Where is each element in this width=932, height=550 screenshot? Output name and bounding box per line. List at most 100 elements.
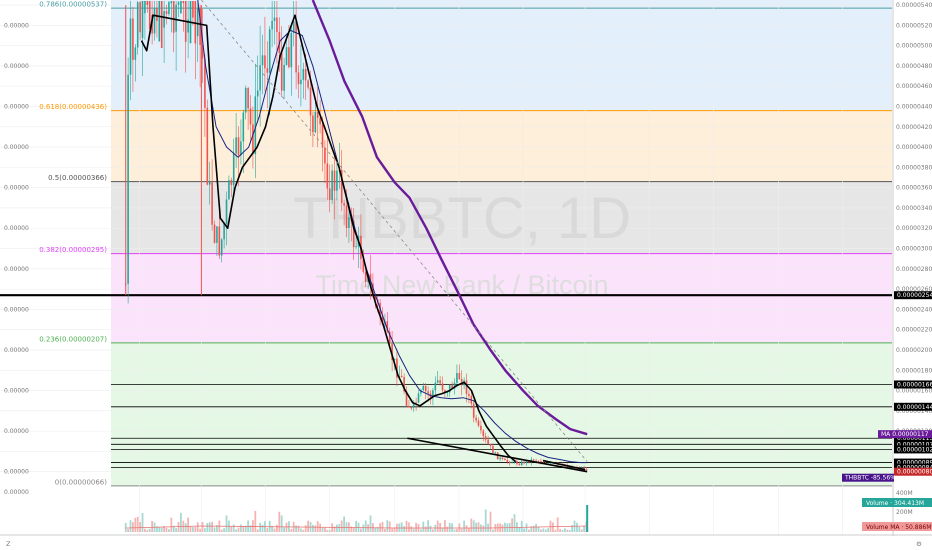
candle-body-84 [326,163,329,189]
volume-bar-191 [583,525,586,532]
volume-bar-46 [235,529,238,532]
candle-body-28 [192,1,194,18]
settings-icon[interactable]: ⚙ [916,540,922,548]
candle-body-130 [436,380,439,383]
price-tick-11: 0.00000320 [896,225,932,232]
volume-bar-73 [300,528,302,532]
candle-body-172 [537,461,540,462]
symbol-tag-text: THBBTC -85.56% [844,475,896,482]
fib-label-0.786: 0.786(0.00000537) [39,1,107,9]
volume-bar-84 [326,529,329,532]
candle-body-85 [328,188,331,201]
volume-bar-110 [388,521,391,532]
volume-bar-45 [232,524,235,532]
candle-body-165 [520,461,523,466]
candle-body-74 [302,69,305,80]
left-scale-2: 0.00000 [4,104,29,111]
volume-bar-5 [136,516,139,532]
volume-bar-188 [576,522,578,532]
volume-bar-27 [189,526,192,532]
candle-body-154 [494,452,497,454]
candle-body-80 [316,111,319,119]
price-tick-19: 0.00000160 [896,388,932,395]
volume-bar-118 [408,522,410,532]
volume-bar-28 [192,527,194,532]
footer: Z ⚙ [0,536,932,550]
candle-body-5 [136,2,139,48]
candle-body-139 [458,373,461,380]
candle-body-1 [127,74,129,284]
volume-bar-143 [468,528,470,532]
candle-body-34 [206,107,209,185]
price-tick-12: 0.00000300 [896,246,932,253]
volume-bar-79 [314,525,317,532]
candle-body-171 [535,460,537,462]
volume-bar-54 [254,510,257,532]
price-tick-10: 0.00000340 [896,205,932,212]
candle-body-147 [477,420,480,426]
candle-body-150 [484,436,487,440]
volume-bar-8 [144,528,146,532]
volume-bar-167 [525,523,528,532]
volume-bar-121 [415,522,418,532]
candle-body-142 [465,380,468,394]
volume-bar-135 [448,523,451,532]
volume-bar-17 [165,527,168,532]
candle-body-36 [211,181,213,225]
price-tag-text-0: 0.00000254 [897,292,932,299]
candle-body-138 [456,373,458,383]
volume-bar-180 [556,517,559,532]
chart-root[interactable]: THBBTC, 1D Time New Bank / Bitcoin 0.786… [0,0,932,550]
volume-bar-64 [278,511,281,532]
volume-bar-104 [374,527,377,532]
volume-bar-95 [352,527,355,532]
volume-bar-10 [148,528,151,532]
candle-body-131 [439,380,441,384]
candle-body-19 [170,1,173,4]
candle-body-118 [408,405,410,408]
candle-body-81 [319,118,321,125]
volume-bar-90 [340,520,343,532]
candle-body-160 [508,461,511,464]
price-tick-6: 0.00000420 [896,124,932,131]
candle-body-21 [175,4,177,32]
candle-body-62 [273,17,276,21]
volume-bar-26 [187,517,190,532]
volume-bar-144 [470,518,473,532]
volume-tick-1: 200M [896,509,913,516]
candle-body-161 [511,462,513,464]
fib-label-0.236: 0.236(0.00000207) [39,335,107,343]
candle-body-61 [271,20,273,30]
candle-body-125 [424,385,427,392]
price-tag-text-8: 0.00000080 [897,469,932,476]
volume-bar-62 [273,528,276,532]
candle-body-16 [163,11,165,28]
candle-body-55 [256,90,259,97]
candle-body-60 [268,29,271,73]
candle-body-88 [336,170,338,191]
volume-bar-140 [460,528,463,532]
volume-bar-109 [386,520,389,532]
candle-body-91 [343,203,345,206]
price-tick-0: 0.00000540 [896,2,932,9]
volume-bar-63 [276,524,278,532]
volume-bar-23 [180,512,182,532]
candle-body-57 [261,55,264,66]
volume-bar-80 [316,521,319,532]
zoom-icon[interactable]: Z [6,540,11,548]
left-scale-0: 0.00000 [4,22,29,29]
candle-body-87 [333,170,336,191]
volume-bar-30 [196,522,199,532]
candle-body-24 [182,1,185,3]
volume-bar-179 [554,529,557,532]
candle-body-78 [312,115,314,133]
candle-body-9 [146,1,149,5]
candle-body-121 [415,402,417,404]
volume-bar-11 [151,520,154,532]
candle-body-77 [309,87,312,116]
volume-bar-74 [302,529,305,532]
price-tick-2: 0.00000500 [896,43,932,50]
chart-canvas[interactable]: THBBTC, 1D Time New Bank / Bitcoin 0.786… [0,0,932,550]
left-scale-11: 0.00000 [4,469,29,476]
volume-bar-98 [360,528,362,532]
